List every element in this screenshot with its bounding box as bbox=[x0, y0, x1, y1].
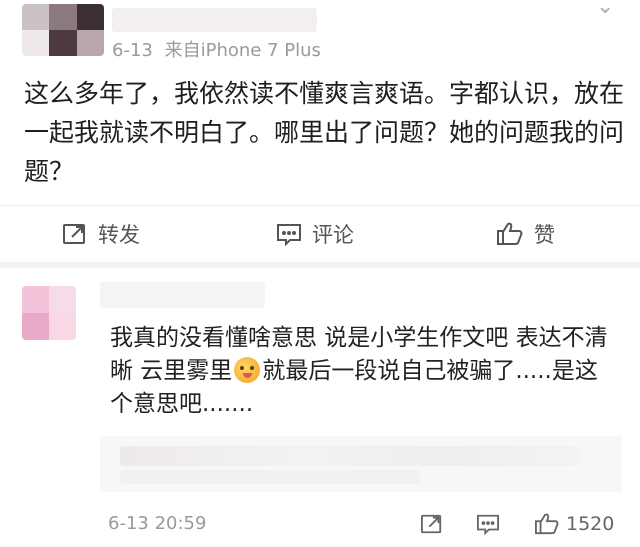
post-meta: 6-13 来自iPhone 7 Plus bbox=[112, 36, 321, 62]
comment-icon bbox=[477, 514, 499, 535]
chevron-down-icon[interactable]: ⌄ bbox=[596, 0, 614, 19]
thumbs-up-icon bbox=[497, 222, 523, 245]
comment-reply-button[interactable] bbox=[476, 508, 500, 540]
repost-icon bbox=[421, 514, 442, 534]
repost-label: 转发 bbox=[98, 223, 140, 247]
divider bbox=[0, 205, 640, 206]
comment-text: 我真的没看懂啥意思 说是小学生作文吧 表达不清晰 云里雾里 就最后一段说自己被骗了… bbox=[110, 322, 620, 421]
comment-like-button[interactable]: 1520 bbox=[534, 508, 614, 540]
reply-preview-mosaic bbox=[120, 446, 580, 466]
thumbs-up-icon bbox=[535, 513, 559, 535]
avatar[interactable] bbox=[22, 4, 104, 56]
post-text: 这么多年了，我依然读不懂爽言爽语。字都认识，放在一起我就读不明白了。哪里出了问题… bbox=[24, 79, 625, 186]
comment-time: 6-13 20:59 bbox=[108, 513, 207, 534]
like-label: 赞 bbox=[534, 223, 555, 247]
comment-repost-button[interactable] bbox=[420, 508, 444, 540]
comment-icon bbox=[277, 224, 301, 246]
like-button[interactable]: 赞 bbox=[496, 216, 555, 252]
username-mosaic[interactable] bbox=[112, 8, 317, 32]
section-divider bbox=[0, 262, 640, 268]
comment-button[interactable]: 评论 bbox=[276, 216, 354, 252]
commenter-name-mosaic[interactable] bbox=[100, 282, 265, 308]
commenter-avatar[interactable] bbox=[22, 286, 76, 340]
smirk-emoji-icon bbox=[234, 357, 261, 383]
repost-icon bbox=[63, 224, 85, 244]
comment-like-count: 1520 bbox=[566, 513, 615, 535]
post-source: 来自iPhone 7 Plus bbox=[164, 40, 321, 61]
post-time: 6-13 bbox=[112, 40, 153, 61]
repost-button[interactable]: 转发 bbox=[62, 216, 140, 252]
comment-label: 评论 bbox=[312, 223, 354, 247]
reply-preview-mosaic-line bbox=[120, 470, 420, 484]
